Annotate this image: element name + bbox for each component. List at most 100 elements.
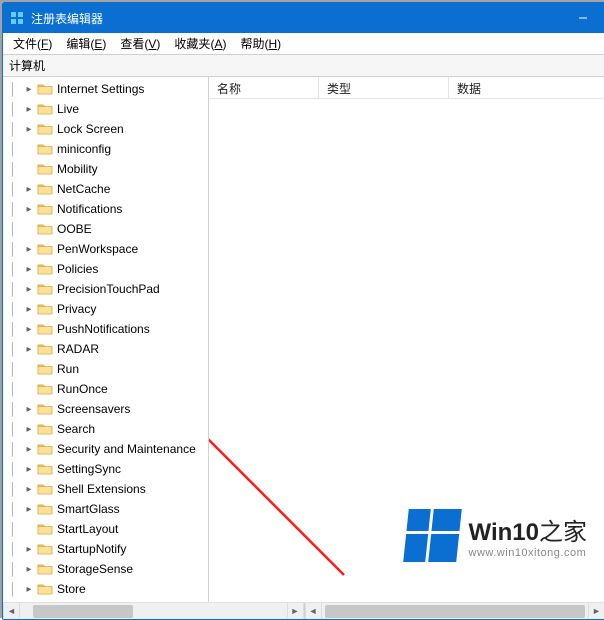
tree-item[interactable]: │││││·OOBE <box>3 219 208 239</box>
tree-item[interactable]: │││││·miniconfig <box>3 139 208 159</box>
chevron-right-icon[interactable]: ▸ <box>21 244 37 255</box>
tree-item-label: PushNotifications <box>57 322 150 336</box>
tree-item[interactable]: │││││▸RADAR <box>3 339 208 359</box>
scroll-right-icon[interactable]: ► <box>287 603 304 620</box>
chevron-right-icon[interactable]: ▸ <box>21 404 37 415</box>
tree-item[interactable]: │││││▸Policies <box>3 259 208 279</box>
tree-item-label: SettingSync <box>57 462 121 476</box>
tree-item[interactable]: │││││▸Screensavers <box>3 399 208 419</box>
menu-help[interactable]: 帮助(H) <box>234 33 287 54</box>
tree-item[interactable]: │││││·RunOnce <box>3 379 208 399</box>
tree-item[interactable]: │││││▸PushNotifications <box>3 319 208 339</box>
chevron-right-icon[interactable]: ▸ <box>21 464 37 475</box>
tree-item[interactable]: │││││▸Search <box>3 419 208 439</box>
folder-icon <box>37 342 53 356</box>
chevron-right-icon[interactable]: ▸ <box>21 204 37 215</box>
tree-item[interactable]: │││││▸Internet Settings <box>3 79 208 99</box>
col-data[interactable]: 数据 <box>449 77 604 98</box>
scroll-right-icon[interactable]: ► <box>588 603 604 620</box>
folder-icon <box>37 582 53 596</box>
tree-item[interactable]: │││││▸StartupNotify <box>3 539 208 559</box>
chevron-right-icon[interactable]: ▸ <box>21 344 37 355</box>
menu-favorites[interactable]: 收藏夹(A) <box>168 33 232 54</box>
tree-item-label: Security and Maintenance <box>57 442 196 456</box>
tree-item-label: SmartGlass <box>57 502 120 516</box>
folder-icon <box>37 322 53 336</box>
tree-item-label: PrecisionTouchPad <box>57 282 160 296</box>
chevron-right-icon[interactable]: ▸ <box>21 484 37 495</box>
tree-item-label: StartLayout <box>57 522 118 536</box>
folder-icon <box>37 222 53 236</box>
chevron-right-icon[interactable]: ▸ <box>21 104 37 115</box>
folder-icon <box>37 502 53 516</box>
chevron-right-icon[interactable]: ▸ <box>21 304 37 315</box>
chevron-right-icon[interactable]: ▸ <box>21 84 37 95</box>
folder-icon <box>37 402 53 416</box>
folder-icon <box>37 362 53 376</box>
scroll-thumb-left[interactable] <box>33 605 133 618</box>
minimize-button[interactable] <box>561 3 604 33</box>
chevron-right-icon[interactable]: ▸ <box>21 124 37 135</box>
tree-item[interactable]: │││││▸Security and Maintenance <box>3 439 208 459</box>
tree-item[interactable]: │││││▸PenWorkspace <box>3 239 208 259</box>
chevron-right-icon[interactable]: ▸ <box>21 184 37 195</box>
tree-item[interactable]: │││││▸Store <box>3 579 208 599</box>
folder-icon <box>37 122 53 136</box>
chevron-right-icon[interactable]: ▸ <box>21 324 37 335</box>
menu-edit[interactable]: 编辑(E) <box>60 33 112 54</box>
title-bar[interactable]: 注册表编辑器 <box>3 3 604 33</box>
folder-icon <box>37 542 53 556</box>
tree-item-label: RunOnce <box>57 382 108 396</box>
tree-item-label: Notifications <box>57 202 122 216</box>
tree-item-label: Store <box>57 582 86 596</box>
horizontal-scrollbar[interactable]: ◄ ► ◄ ► <box>3 602 604 619</box>
folder-icon <box>37 102 53 116</box>
annotation-arrow <box>209 385 374 602</box>
tree-item[interactable]: │││││▸SettingSync <box>3 459 208 479</box>
column-headers[interactable]: 名称 类型 数据 <box>209 77 604 99</box>
chevron-right-icon[interactable]: ▸ <box>21 284 37 295</box>
tree-item[interactable]: │││││▸SmartGlass <box>3 499 208 519</box>
col-name[interactable]: 名称 <box>209 77 319 98</box>
menu-view[interactable]: 查看(V) <box>114 33 166 54</box>
tree-pane[interactable]: │││││▸Internet Settings│││││▸Live│││││▸L… <box>3 77 209 602</box>
tree-item[interactable]: │││││·StartLayout <box>3 519 208 539</box>
chevron-right-icon[interactable]: ▸ <box>21 264 37 275</box>
list-pane[interactable]: 名称 类型 数据 Win10之家 www.win10xitong. <box>209 77 604 602</box>
tree-item[interactable]: │││││▸Privacy <box>3 299 208 319</box>
chevron-right-icon[interactable]: ▸ <box>21 504 37 515</box>
tree-item[interactable]: │││││▸PrecisionTouchPad <box>3 279 208 299</box>
list-rows: Win10之家 www.win10xitong.com <box>209 99 604 602</box>
scroll-left-icon[interactable]: ◄ <box>3 603 20 620</box>
folder-icon <box>37 182 53 196</box>
chevron-right-icon[interactable]: ▸ <box>21 444 37 455</box>
chevron-right-icon[interactable]: ▸ <box>21 424 37 435</box>
folder-icon <box>37 562 53 576</box>
address-bar[interactable]: 计算机 <box>3 55 604 77</box>
tree-item-label: RADAR <box>57 342 99 356</box>
tree-item[interactable]: │││││·Run <box>3 359 208 379</box>
tree-item[interactable]: │││││▸NetCache <box>3 179 208 199</box>
tree-item-label: OOBE <box>57 222 92 236</box>
folder-icon <box>37 282 53 296</box>
tree-item[interactable]: │││││▸Shell Extensions <box>3 479 208 499</box>
tree-item-label: Live <box>57 102 79 116</box>
tree-item-label: NetCache <box>57 182 110 196</box>
chevron-right-icon[interactable]: ▸ <box>21 564 37 575</box>
menu-file[interactable]: 文件(F) <box>7 33 58 54</box>
tree-item[interactable]: │││││▸Lock Screen <box>3 119 208 139</box>
tree-item[interactable]: │││││▸Live <box>3 99 208 119</box>
folder-icon <box>37 482 53 496</box>
folder-icon <box>37 82 53 96</box>
tree-item-label: miniconfig <box>57 142 111 156</box>
chevron-right-icon[interactable]: ▸ <box>21 584 37 595</box>
app-icon <box>9 10 25 26</box>
tree-item[interactable]: │││││·Mobility <box>3 159 208 179</box>
tree-item[interactable]: │││││▸Notifications <box>3 199 208 219</box>
col-type[interactable]: 类型 <box>319 77 449 98</box>
tree-item[interactable]: │││││▸StorageSense <box>3 559 208 579</box>
chevron-right-icon[interactable]: ▸ <box>21 544 37 555</box>
scroll-thumb-right[interactable] <box>325 605 586 618</box>
scroll-left-icon[interactable]: ◄ <box>305 603 322 620</box>
tree-item-label: Internet Settings <box>57 82 144 96</box>
